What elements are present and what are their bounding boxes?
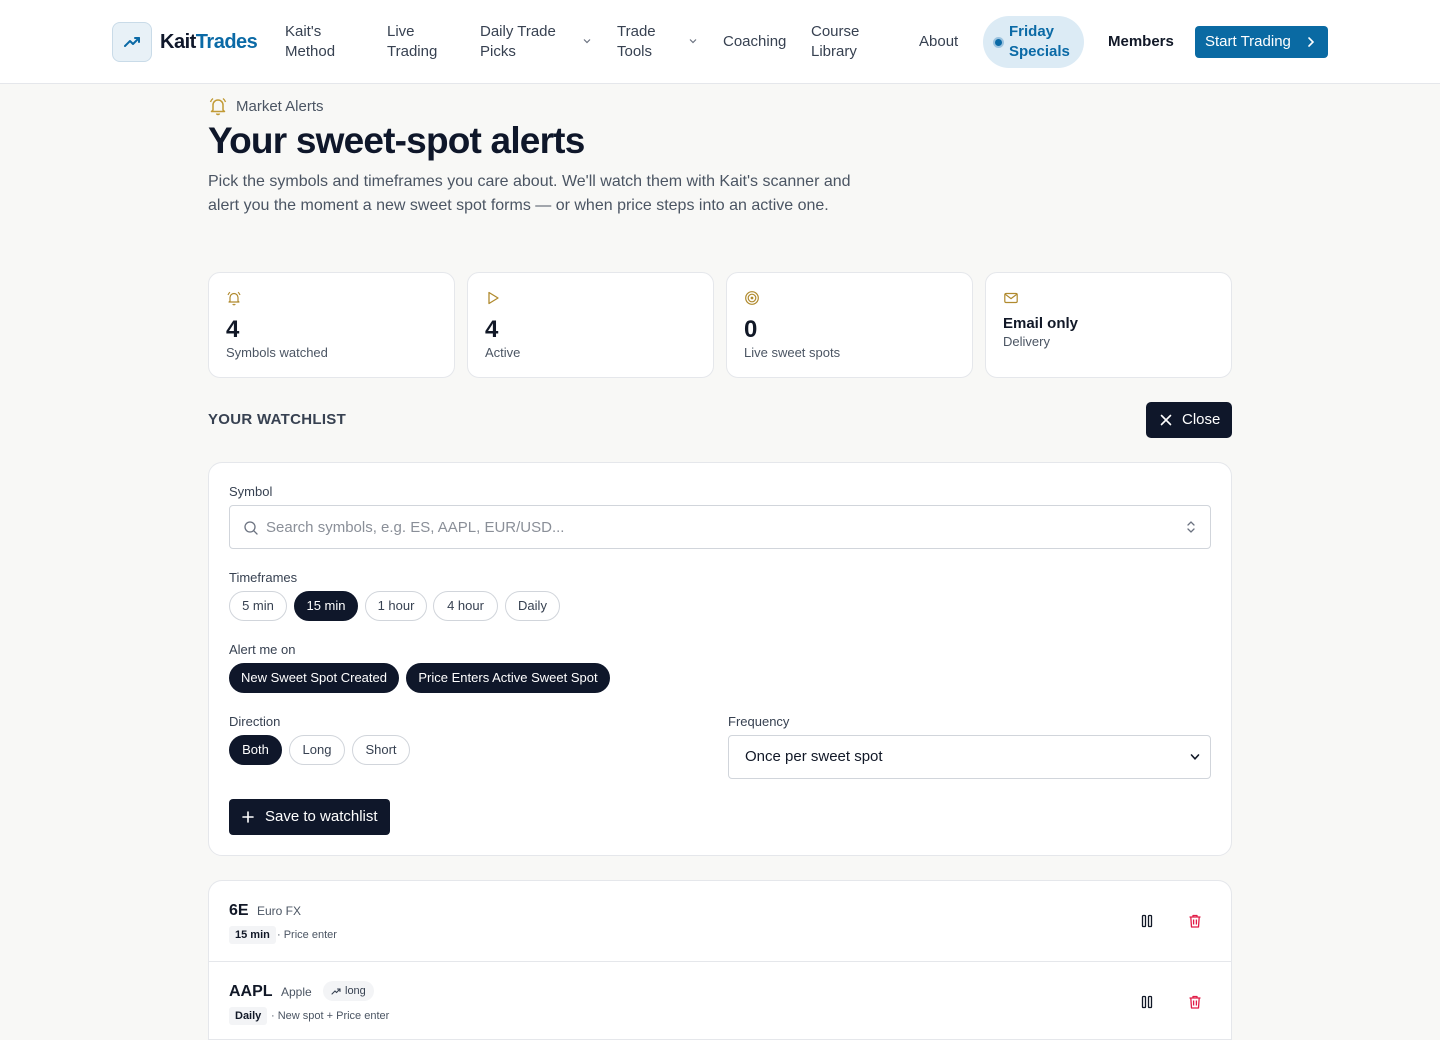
row-timeframe-badge: 15 min [229, 926, 276, 944]
direction-label: Direction [229, 714, 281, 729]
nav-course-library[interactable]: Course Library [811, 22, 871, 62]
top-nav: KaitTrades Kait's Method Live Trading Da… [0, 0, 1440, 84]
symbol-label: Symbol [229, 484, 273, 499]
alert-chip-price-enters[interactable]: Price Enters Active Sweet Spot [406, 663, 610, 693]
trash-icon[interactable] [1187, 994, 1203, 1010]
plus-icon [242, 811, 254, 823]
nav-kaits-method[interactable]: Kait's Method [285, 22, 365, 62]
friday-specials-label: Friday Specials [1009, 23, 1070, 60]
kicker-label: Market Alerts [236, 97, 324, 115]
row-direction-label: long [345, 985, 366, 997]
mail-icon [1004, 292, 1018, 304]
close-label: Close [1182, 411, 1221, 428]
watchlist-heading: YOUR WATCHLIST [208, 411, 347, 428]
play-icon [488, 291, 499, 305]
chevron-up-down-icon[interactable] [1186, 520, 1196, 534]
stat-value: 4 [226, 316, 240, 343]
friday-specials-pill[interactable]: Friday Specials [983, 16, 1084, 68]
nav-live-trading[interactable]: Live Trading [387, 22, 447, 62]
bell-icon [227, 291, 241, 306]
frequency-label: Frequency [728, 714, 790, 729]
row-symbol-name: Apple [281, 985, 312, 999]
nav-about[interactable]: About [919, 32, 958, 52]
add-alert-form: Symbol Timeframes 5 min 15 min 1 hour 4 … [208, 462, 1232, 856]
chevron-down-icon[interactable] [582, 36, 592, 46]
start-trading-label: Start Trading [1205, 33, 1291, 50]
close-icon [1160, 414, 1172, 426]
stat-value: 4 [485, 316, 499, 343]
chevron-down-icon [1190, 754, 1200, 760]
save-to-watchlist-button[interactable]: Save to watchlist [229, 799, 390, 835]
stat-label: Active [485, 345, 521, 360]
symbol-search-input[interactable] [266, 506, 1166, 548]
alert-chip-new-sweet-spot[interactable]: New Sweet Spot Created [229, 663, 399, 693]
frequency-value: Once per sweet spot [745, 748, 883, 765]
bell-icon [209, 97, 227, 116]
alert-me-on-label: Alert me on [229, 642, 296, 657]
search-icon [244, 521, 258, 535]
timeframe-chip-1hour[interactable]: 1 hour [365, 591, 427, 621]
row-direction-badge: long [323, 981, 374, 1001]
stat-card-symbols-watched: 4 Symbols watched [208, 272, 455, 378]
frequency-select[interactable]: Once per sweet spot [728, 735, 1211, 779]
chevron-right-icon [1308, 37, 1315, 47]
stat-label: Symbols watched [226, 345, 328, 360]
stat-label: Delivery [1003, 334, 1050, 349]
row-timeframe-badge: Daily [229, 1007, 268, 1025]
nav-daily-trade-picks[interactable]: Daily Trade Picks [480, 22, 570, 62]
row-symbol: 6E [229, 902, 249, 919]
timeframe-chip-15min[interactable]: 15 min [294, 591, 358, 621]
stat-card-active: 4 Active [467, 272, 714, 378]
chevron-down-icon[interactable] [688, 36, 698, 46]
market-alerts-kicker: Market Alerts [208, 96, 324, 116]
trend-up-icon [331, 988, 341, 995]
row-symbol: AAPL [229, 983, 273, 1000]
trash-icon[interactable] [1187, 913, 1203, 929]
nav-trade-tools[interactable]: Trade Tools [617, 22, 677, 62]
watchlist-row-aapl[interactable]: AAPL Apple long Daily · New spot + Price… [209, 961, 1231, 1039]
save-label: Save to watchlist [265, 808, 378, 825]
symbol-search[interactable] [229, 505, 1211, 549]
timeframe-chip-daily[interactable]: Daily [505, 591, 560, 621]
direction-chip-both[interactable]: Both [229, 735, 282, 765]
members-link[interactable]: Members [1108, 32, 1174, 52]
page-subtitle: Pick the symbols and timeframes you care… [208, 173, 851, 214]
start-trading-button[interactable]: Start Trading [1195, 26, 1328, 58]
watchlist: 6E Euro FX 15 min · Price enter AAPL App… [208, 880, 1232, 1040]
nav-coaching[interactable]: Coaching [723, 32, 786, 52]
target-icon [745, 291, 759, 305]
row-alert-meta: · Price enter [277, 929, 337, 941]
timeframes-label: Timeframes [229, 570, 298, 585]
page-title: Your sweet-spot alerts [208, 120, 585, 161]
brand-name[interactable]: KaitTrades [160, 30, 258, 54]
stat-card-delivery: Email only Delivery [985, 272, 1232, 378]
close-button[interactable]: Close [1146, 402, 1232, 438]
live-dot-icon [993, 37, 1004, 48]
stat-label: Live sweet spots [744, 345, 841, 360]
row-alert-meta: · New spot + Price enter [271, 1010, 390, 1022]
direction-chip-short[interactable]: Short [352, 735, 410, 765]
stat-value: 0 [744, 316, 758, 343]
logo-trend-icon[interactable] [112, 22, 152, 62]
watchlist-row-6e[interactable]: 6E Euro FX 15 min · Price enter [209, 881, 1231, 961]
stat-card-live-sweet-spots: 0 Live sweet spots [726, 272, 973, 378]
pause-icon[interactable] [1139, 994, 1155, 1010]
timeframe-chip-4hour[interactable]: 4 hour [433, 591, 498, 621]
stat-value: Email only [1003, 315, 1079, 332]
pause-icon[interactable] [1139, 913, 1155, 929]
direction-chip-long[interactable]: Long [289, 735, 345, 765]
row-symbol-name: Euro FX [257, 904, 302, 918]
timeframe-chip-5min[interactable]: 5 min [229, 591, 287, 621]
